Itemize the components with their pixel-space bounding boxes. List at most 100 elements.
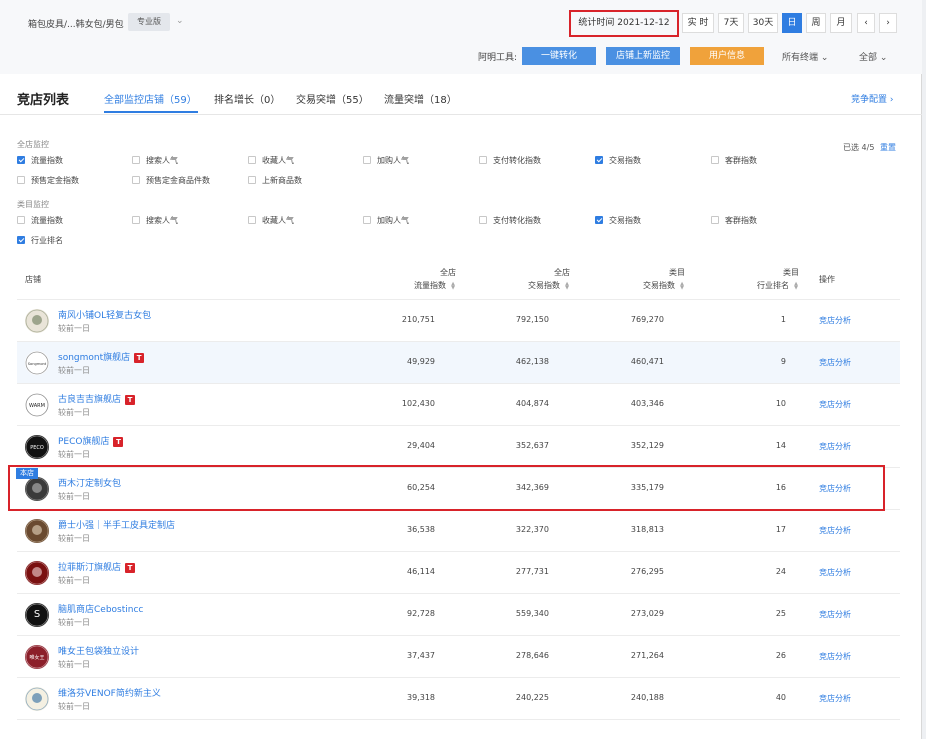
compete-analysis-link[interactable]: 竞店分析 — [819, 609, 851, 620]
checkbox-icon[interactable] — [248, 176, 256, 184]
sort-icon[interactable]: ▲ ▼ — [793, 281, 799, 290]
checkbox-option[interactable]: 搜索人气 — [132, 214, 178, 226]
sort-icon[interactable]: ▲ ▼ — [564, 281, 570, 290]
period-7d-button[interactable]: 7天 — [718, 13, 744, 33]
col-header-line: 交易指数 — [528, 281, 560, 290]
checkbox-icon[interactable] — [479, 216, 487, 224]
tab-traffic-surge[interactable]: 流量突增（18） — [384, 91, 457, 106]
one-click-convert-button[interactable]: 一键转化 — [522, 47, 596, 65]
checkbox-option[interactable]: 交易指数 — [595, 214, 641, 226]
col-header-shop-traffic[interactable]: 全店 流量指数 ▲ ▼ — [414, 266, 456, 292]
checkbox-checked-icon[interactable] — [17, 156, 25, 164]
checkbox-option[interactable]: 加购人气 — [363, 154, 409, 166]
checkbox-icon[interactable] — [17, 176, 25, 184]
checkbox-option[interactable]: 交易指数 — [595, 154, 641, 166]
shop-name-link[interactable]: 唯女王包袋独立设计 — [58, 644, 139, 657]
checkbox-option[interactable]: 支付转化指数 — [479, 154, 541, 166]
checkbox-option[interactable]: 收藏人气 — [248, 214, 294, 226]
shop-name-link[interactable]: PECO旗舰店 T — [58, 434, 124, 447]
col-header-category-rank[interactable]: 类目 行业排名 ▲ ▼ — [757, 266, 799, 292]
compete-analysis-link[interactable]: 竞店分析 — [819, 357, 851, 368]
checkbox-icon[interactable] — [363, 216, 371, 224]
shop-new-monitor-button[interactable]: 店铺上新监控 — [606, 47, 680, 65]
checkbox-option[interactable]: 预售定金商品件数 — [132, 174, 210, 186]
period-realtime-button[interactable]: 实 时 — [682, 13, 714, 33]
shop-name-link[interactable]: 拉菲斯汀旗舰店 T — [58, 560, 136, 573]
checkbox-icon[interactable] — [132, 176, 140, 184]
shop-name-link[interactable]: 南风小铺OL轻复古女包 — [58, 308, 151, 321]
tmall-badge-icon: T — [113, 436, 124, 447]
checkbox-option[interactable]: 搜索人气 — [132, 154, 178, 166]
shop-name-link[interactable]: 古良吉吉旗舰店 T — [58, 392, 136, 405]
checkbox-option[interactable]: 客群指数 — [711, 154, 757, 166]
checkbox-option[interactable]: 流量指数 — [17, 154, 63, 166]
shop-name-link[interactable]: 脑肌商店Cebostincc — [58, 602, 143, 615]
shop-avatar[interactable]: S — [25, 603, 49, 627]
shop-avatar[interactable] — [25, 519, 49, 543]
user-info-button[interactable]: 用户信息 — [690, 47, 764, 65]
checkbox-checked-icon[interactable] — [595, 216, 603, 224]
category-rank: 26 — [775, 651, 786, 660]
terminal-select[interactable]: 所有终端 ⌄ — [782, 50, 828, 63]
stat-time-display[interactable]: 统计时间 2021-12-12 — [569, 10, 679, 37]
compete-analysis-link[interactable]: 竞店分析 — [819, 399, 851, 410]
scope-select[interactable]: 全部 ⌄ — [859, 50, 887, 63]
shop-avatar[interactable] — [25, 561, 49, 585]
tab-all-shops[interactable]: 全部监控店铺（59） — [104, 91, 197, 106]
checkbox-option[interactable]: 加购人气 — [363, 214, 409, 226]
period-month-button[interactable]: 月 — [830, 13, 852, 33]
checkbox-checked-icon[interactable] — [17, 236, 25, 244]
checkbox-icon[interactable] — [132, 156, 140, 164]
checkbox-label: 搜索人气 — [146, 155, 178, 165]
compete-analysis-link[interactable]: 竞店分析 — [819, 567, 851, 578]
period-day-button[interactable]: 日 — [782, 13, 802, 33]
tab-rank-growth[interactable]: 排名增长（0） — [214, 91, 280, 106]
checkbox-option[interactable]: 上新商品数 — [248, 174, 302, 186]
checkbox-icon[interactable] — [132, 216, 140, 224]
checkbox-option[interactable]: 预售定金指数 — [17, 174, 79, 186]
shop-name-link[interactable]: 爵士小强｜半手工皮具定制店 — [58, 518, 175, 531]
shop-avatar[interactable]: WARM — [25, 393, 49, 417]
avatar-text: PECO — [30, 445, 44, 451]
checkbox-icon[interactable] — [248, 216, 256, 224]
period-week-button[interactable]: 周 — [806, 13, 826, 33]
checkbox-option[interactable]: 客群指数 — [711, 214, 757, 226]
prev-date-button[interactable]: ‹ — [857, 13, 875, 33]
checkbox-option[interactable]: 收藏人气 — [248, 154, 294, 166]
checkbox-icon[interactable] — [479, 156, 487, 164]
sort-icon[interactable]: ▲ ▼ — [679, 281, 685, 290]
checkbox-icon[interactable] — [711, 216, 719, 224]
col-header-category-trade[interactable]: 类目 交易指数 ▲ ▼ — [643, 266, 685, 292]
reset-link[interactable]: 重置 — [880, 142, 896, 153]
checkbox-checked-icon[interactable] — [595, 156, 603, 164]
shop-avatar[interactable]: Songmont — [25, 351, 49, 375]
checkbox-icon[interactable] — [17, 216, 25, 224]
compete-analysis-link[interactable]: 竞店分析 — [819, 315, 851, 326]
category-breadcrumb[interactable]: 箱包皮具/...韩女包/男包 — [28, 17, 124, 30]
sort-icon[interactable]: ▲ ▼ — [450, 281, 456, 290]
next-date-button[interactable]: › — [879, 13, 897, 33]
shop-avatar[interactable]: PECO — [25, 435, 49, 459]
shop-name-link[interactable]: songmont旗舰店 T — [58, 350, 145, 363]
compete-analysis-link[interactable]: 竞店分析 — [819, 651, 851, 662]
checkbox-icon[interactable] — [711, 156, 719, 164]
checkbox-icon[interactable] — [363, 156, 371, 164]
shop-avatar[interactable] — [25, 687, 49, 711]
period-30d-button[interactable]: 30天 — [748, 13, 778, 33]
tab-trade-surge[interactable]: 交易突增（55） — [296, 91, 369, 106]
compare-label: 较前一日 — [58, 408, 90, 417]
checkbox-option[interactable]: 支付转化指数 — [479, 214, 541, 226]
chevron-down-icon[interactable]: ⌄ — [176, 16, 184, 26]
checkbox-icon[interactable] — [248, 156, 256, 164]
checkbox-option[interactable]: 流量指数 — [17, 214, 63, 226]
compete-analysis-link[interactable]: 竞店分析 — [819, 525, 851, 536]
compete-analysis-link[interactable]: 竞店分析 — [819, 693, 851, 704]
compete-analysis-link[interactable]: 竞店分析 — [819, 441, 851, 452]
checkbox-label: 行业排名 — [31, 235, 63, 245]
shop-name-link[interactable]: 维洛芬VENOF简约新主义 — [58, 686, 161, 699]
col-header-shop-trade[interactable]: 全店 交易指数 ▲ ▼ — [528, 266, 570, 292]
compete-config-link[interactable]: 竞争配置 › — [851, 92, 893, 105]
checkbox-option[interactable]: 行业排名 — [17, 234, 63, 246]
shop-avatar[interactable]: 唯女王 — [25, 645, 49, 669]
shop-avatar[interactable] — [25, 309, 49, 333]
